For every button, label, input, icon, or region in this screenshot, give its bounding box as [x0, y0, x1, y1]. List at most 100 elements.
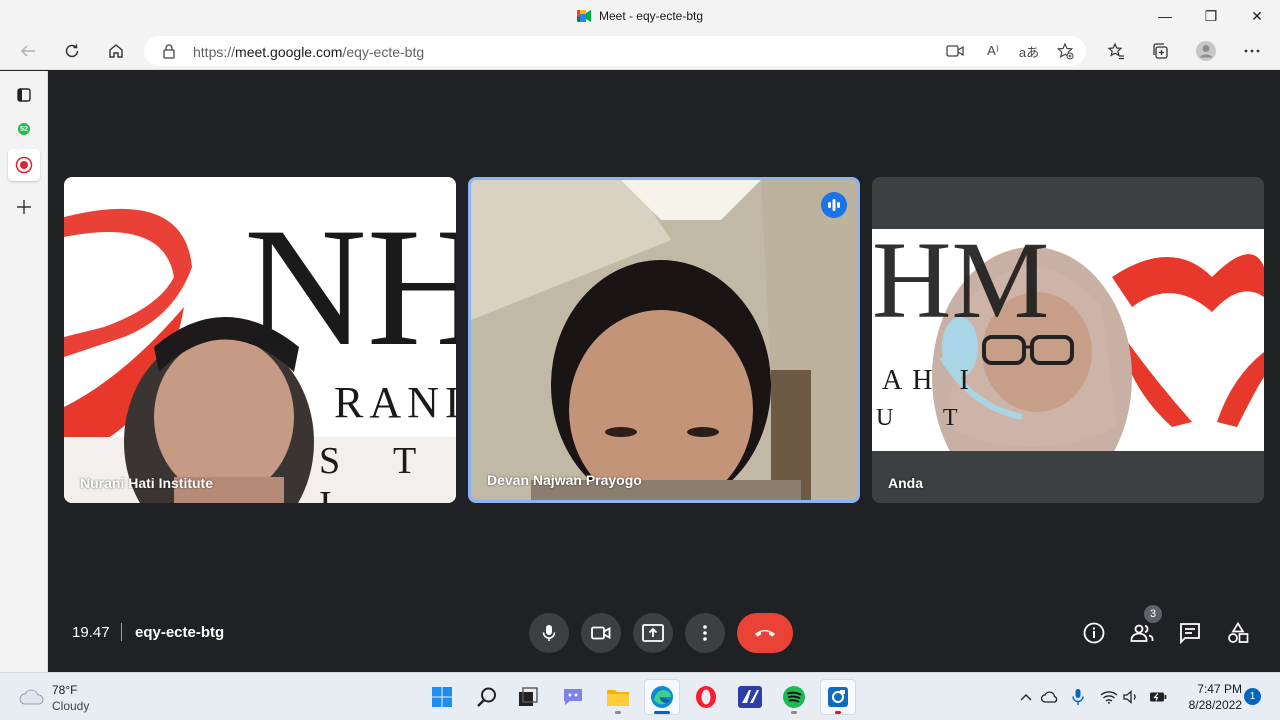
tab-actions-button[interactable] — [8, 79, 40, 111]
chat-icon — [1180, 623, 1200, 644]
people-button[interactable] — [1128, 619, 1156, 647]
teams-chat-button[interactable] — [555, 679, 591, 715]
running-indicator — [615, 711, 621, 714]
home-button[interactable] — [101, 36, 131, 66]
logo-letters-tile-3: HM — [872, 219, 1050, 341]
task-view-icon — [519, 687, 538, 706]
weather-widget[interactable]: 78°F Cloudy — [16, 681, 136, 713]
weather-condition: Cloudy — [52, 699, 90, 713]
onedrive-cloud-icon — [1041, 691, 1058, 703]
lock-icon[interactable] — [162, 43, 176, 59]
battery-charging-icon — [1150, 692, 1167, 702]
logo-line2-tile-3: AH I — [882, 365, 979, 396]
participant-tile-3[interactable]: HM AH I U T Anda — [872, 177, 1264, 503]
window-title: Meet - eqy-ecte-btg — [0, 9, 1280, 23]
camera-permission-icon[interactable] — [944, 41, 966, 61]
participant-name: Anda — [888, 475, 923, 491]
app-a-icon — [738, 686, 762, 708]
battery-tray-button[interactable] — [1148, 687, 1168, 707]
collections-button[interactable] — [1145, 36, 1175, 66]
wifi-tray-button[interactable] — [1099, 687, 1119, 707]
snip-tool-taskbar-button[interactable] — [820, 679, 856, 715]
notification-count-badge[interactable]: 1 — [1244, 688, 1261, 705]
task-view-button[interactable] — [510, 679, 546, 715]
url-host: meet.google.com — [235, 44, 343, 60]
minimize-button[interactable]: — — [1142, 0, 1188, 32]
participant-tile-2[interactable]: Devan Najwan Prayogo — [468, 177, 860, 503]
taskbar-search-button[interactable] — [469, 679, 505, 715]
windows-start-icon — [432, 687, 452, 707]
url-path: /eqy-ecte-btg — [342, 44, 425, 60]
onedrive-tray-button[interactable] — [1040, 687, 1060, 707]
participant-tile-1[interactable]: NH RANI S T I Nurani Hati Institute — [64, 177, 456, 503]
maximize-button[interactable]: ❐ — [1188, 0, 1234, 32]
window-titlebar: Meet - eqy-ecte-btg — ❐ ✕ — [0, 0, 1280, 32]
translate-icon[interactable]: aあ — [1018, 41, 1040, 61]
add-icon — [17, 200, 31, 214]
chat-button[interactable] — [1176, 619, 1204, 647]
opera-icon — [696, 686, 716, 708]
show-hidden-icons-button[interactable] — [1016, 687, 1036, 707]
clock-time: 7:47 PM — [1197, 682, 1242, 696]
search-icon — [477, 687, 496, 707]
camera-icon — [591, 626, 611, 640]
volume-tray-button[interactable] — [1122, 687, 1142, 707]
profile-button[interactable] — [1191, 36, 1221, 66]
microphone-in-use-icon — [1072, 689, 1084, 705]
speaking-indicator-icon — [821, 192, 847, 218]
address-bar[interactable]: https://meet.google.com/eqy-ecte-btg A⁾ … — [144, 36, 1086, 66]
whatsapp-badge-icon: 52 — [18, 123, 30, 135]
hangup-phone-icon — [755, 630, 775, 637]
google-meet-icon — [576, 10, 591, 22]
app-a-taskbar-button[interactable] — [732, 679, 768, 715]
logo-line2-tile-1: RANI — [334, 378, 456, 427]
meeting-details-button[interactable] — [1080, 619, 1108, 647]
snip-tool-icon — [828, 687, 848, 707]
more-menu-button[interactable] — [1237, 36, 1267, 66]
more-options-button[interactable] — [685, 613, 725, 653]
favorites-button[interactable] — [1101, 36, 1131, 66]
home-icon — [109, 44, 123, 58]
microphone-button[interactable] — [529, 613, 569, 653]
teams-chat-icon — [564, 689, 582, 705]
running-indicator — [791, 711, 797, 714]
add-sidebar-item[interactable] — [8, 191, 40, 223]
microphone-tray-button[interactable] — [1068, 687, 1088, 707]
cloudy-weather-icon — [19, 689, 44, 705]
present-screen-button[interactable] — [633, 613, 673, 653]
record-icon — [15, 156, 33, 174]
windows-taskbar: 78°F Cloudy 7:47 PM 8/28/2022 1 — [0, 672, 1280, 720]
more-horizontal-icon — [1244, 49, 1260, 53]
folder-icon — [607, 690, 629, 706]
system-clock[interactable]: 7:47 PM 8/28/2022 — [1180, 681, 1242, 713]
back-button[interactable] — [13, 36, 43, 66]
clock-date: 8/28/2022 — [1188, 698, 1242, 712]
opera-taskbar-button[interactable] — [688, 679, 724, 715]
leave-call-button[interactable] — [737, 613, 793, 653]
activities-button[interactable] — [1224, 619, 1252, 647]
edge-browser-icon — [651, 686, 673, 708]
refresh-button[interactable] — [57, 36, 87, 66]
read-aloud-icon[interactable]: A⁾ — [982, 41, 1004, 61]
edge-sidebar: 52 — [0, 71, 48, 672]
people-icon — [1130, 624, 1154, 642]
edge-taskbar-button[interactable] — [644, 679, 680, 715]
url-text[interactable]: https://meet.google.com/eqy-ecte-btg — [193, 44, 424, 60]
close-window-button[interactable]: ✕ — [1234, 0, 1280, 32]
start-button[interactable] — [424, 679, 460, 715]
divider — [121, 623, 122, 641]
weather-temperature: 78°F — [52, 683, 78, 697]
people-count-badge: 3 — [1144, 605, 1162, 623]
logo-line3-tile-1: S T I — [319, 440, 438, 503]
file-explorer-button[interactable] — [600, 679, 636, 715]
spotify-icon — [783, 686, 805, 708]
avatar-icon — [1196, 41, 1216, 61]
wifi-icon — [1100, 691, 1118, 704]
running-indicator — [654, 711, 670, 714]
add-favorite-icon[interactable] — [1054, 41, 1076, 61]
spotify-taskbar-button[interactable] — [776, 679, 812, 715]
camera-button[interactable] — [581, 613, 621, 653]
whatsapp-sidebar-item[interactable]: 52 — [8, 113, 40, 145]
record-sidebar-item[interactable] — [8, 149, 40, 181]
tab-actions-icon — [17, 88, 31, 102]
